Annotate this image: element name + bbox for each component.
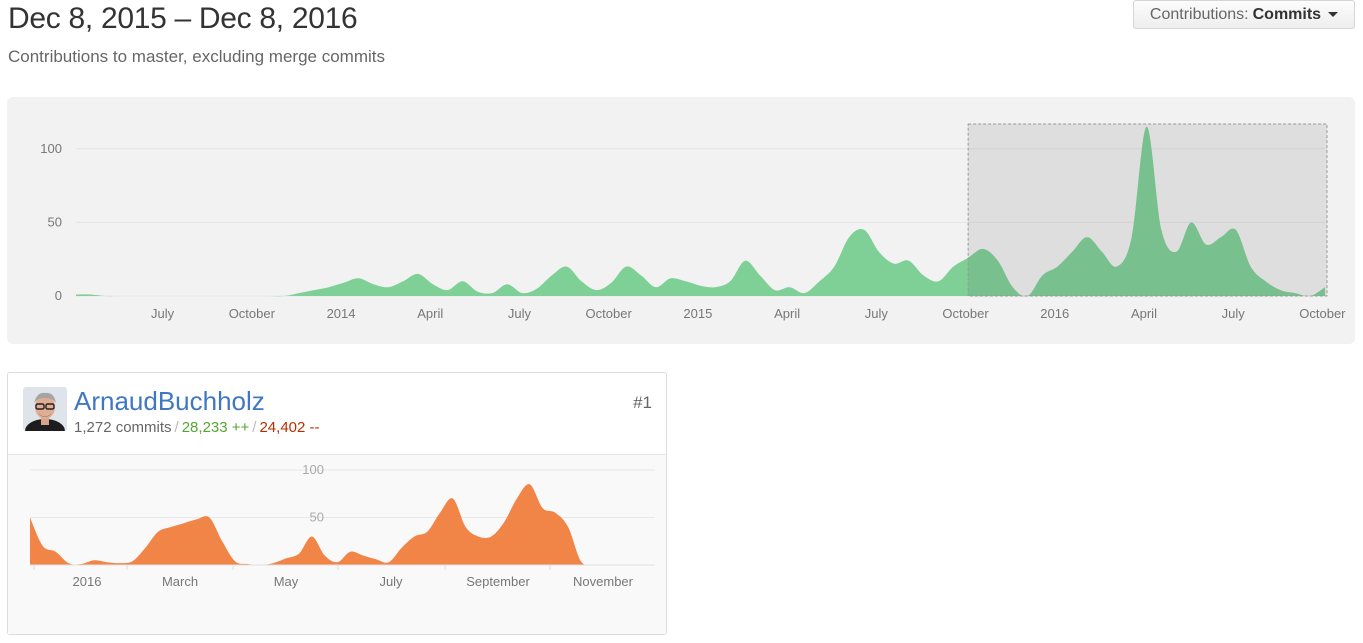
page-title: Dec 8, 2015 – Dec 8, 2016 [8,2,358,35]
contributor-area-series [30,484,645,566]
user-avatar[interactable] [23,387,67,431]
contributor-username-link[interactable]: ArnaudBuchholz [74,386,265,417]
x-tick-label: October [1299,306,1346,321]
x-tick-label: 2015 [683,306,712,321]
x-tick-label: 2016 [73,574,102,589]
x-tick-label: 2014 [327,306,356,321]
x-tick-label: July [379,574,403,589]
overview-chart[interactable]: 0 50 100 July October 2014 April July October 201… [7,97,1355,344]
contributor-stats: 1,272 commits/28,233 ++/24,402 -- [74,419,320,436]
additions-count: 28,233 ++ [181,419,250,436]
x-tick-label: May [274,574,299,589]
x-tick-label: March [162,574,198,589]
overview-chart-panel[interactable]: 0 50 100 July October 2014 April July October 201… [7,97,1355,344]
selection-brush [967,123,1328,297]
contributions-label: Contributions: [1149,5,1249,23]
contributor-card: ArnaudBuchholz #1 1,272 commits/28,233 +… [7,372,667,635]
x-tick-label: April [1131,306,1157,321]
x-tick-label: September [466,574,530,589]
contributions-selected: Commits [1252,5,1322,23]
x-tick-label: October [942,306,989,321]
contributor-chart: 50 100 2016 March May July September November [30,462,655,589]
y-tick-label: 50 [48,214,62,229]
deletions-count: 24,402 -- [259,419,320,436]
x-tick-label: April [774,306,800,321]
x-tick-label: July [865,306,889,321]
x-tick-label: July [151,306,175,321]
contributions-dropdown-button[interactable]: Contributions: Commits [1133,0,1355,29]
caret-down-icon [1328,12,1339,17]
commits-count[interactable]: 1,272 commits [74,419,172,436]
y-tick-label: 100 [302,462,324,477]
x-tick-label: April [417,306,443,321]
y-tick-label: 50 [310,510,324,525]
page-subtitle: Contributions to master, excluding merge… [8,47,385,66]
contributor-header: ArnaudBuchholz #1 1,272 commits/28,233 +… [8,373,666,455]
y-tick-label: 0 [55,288,62,303]
contributor-rank: #1 [633,393,652,412]
x-tick-label: 2016 [1040,306,1069,321]
y-tick-label: 100 [40,141,62,156]
x-tick-label: October [586,306,633,321]
x-tick-label: July [508,306,532,321]
x-tick-label: November [573,574,634,589]
x-tick-label: October [229,306,276,321]
x-tick-label: July [1222,306,1246,321]
contributor-chart-panel: 50 100 2016 March May July September November [8,455,666,634]
